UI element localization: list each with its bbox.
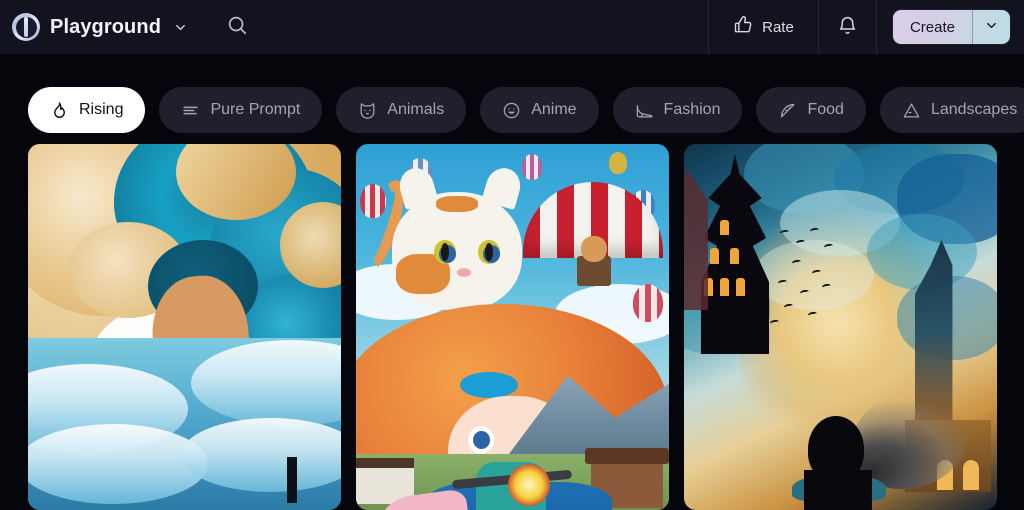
pizza-icon [778,101,797,120]
lines-icon [181,101,200,120]
chevron-down-icon[interactable] [173,20,188,35]
rate-label: Rate [762,18,794,36]
create-button-group: Create [892,10,1010,44]
filter-chip-label: Animals [387,101,445,118]
filter-chip-fashion[interactable]: Fashion [612,87,743,133]
filter-chip-label: Landscapes [930,101,1018,118]
bell-icon [837,15,858,40]
filter-chip-label: Anime [531,101,577,118]
filter-chip-anime[interactable]: Anime [480,87,599,133]
image-gallery [0,144,1024,510]
filter-chip-label: Pure Prompt [210,101,301,118]
filter-chip-animals[interactable]: Animals [336,87,467,133]
create-dropdown-button[interactable] [972,10,1010,44]
create-label: Create [909,18,955,36]
filter-chip-label: Rising [79,101,124,118]
app-header: Playground Rate Create [0,0,1024,54]
create-button[interactable]: Create [893,10,972,44]
playground-logo-icon [12,13,40,41]
filter-chip-food[interactable]: Food [756,87,866,133]
artwork-cat-on-girl-hot-air-balloons [356,144,669,510]
gallery-card-woman-profile[interactable] [28,144,341,510]
header-actions: Rate Create [707,0,1024,54]
artwork-woman-profile-gold-teal-waves [28,144,341,510]
notifications-button[interactable] [817,0,876,54]
filter-chip-rising[interactable]: Rising [28,87,146,133]
thumbs-up-icon [733,15,753,39]
high-heel-icon [635,101,654,120]
filter-chip-bar: Rising Pure Prompt Animals Anime Fashion… [0,54,1024,144]
cat-face-icon [358,101,377,120]
rate-button[interactable]: Rate [707,0,818,54]
filter-chip-pure-prompt[interactable]: Pure Prompt [159,87,323,133]
filter-chip-landscapes[interactable]: Landscapes [879,87,1024,133]
brand-name: Playground [50,15,162,38]
chevron-down-icon [984,18,999,37]
search-button[interactable] [226,0,248,54]
brand-menu[interactable]: Playground [0,0,188,54]
flame-icon [50,101,69,120]
filter-chip-label: Fashion [663,101,721,118]
search-icon [226,14,248,41]
mountain-icon [902,101,921,120]
gallery-card-cat-girl[interactable] [356,144,669,510]
filter-chip-label: Food [807,101,844,118]
artwork-cubist-silhouette-mosaic-gown [684,144,997,510]
smiley-icon [502,101,521,120]
gallery-card-cubist-silhouette[interactable] [684,144,997,510]
create-cell: Create [875,0,1024,54]
